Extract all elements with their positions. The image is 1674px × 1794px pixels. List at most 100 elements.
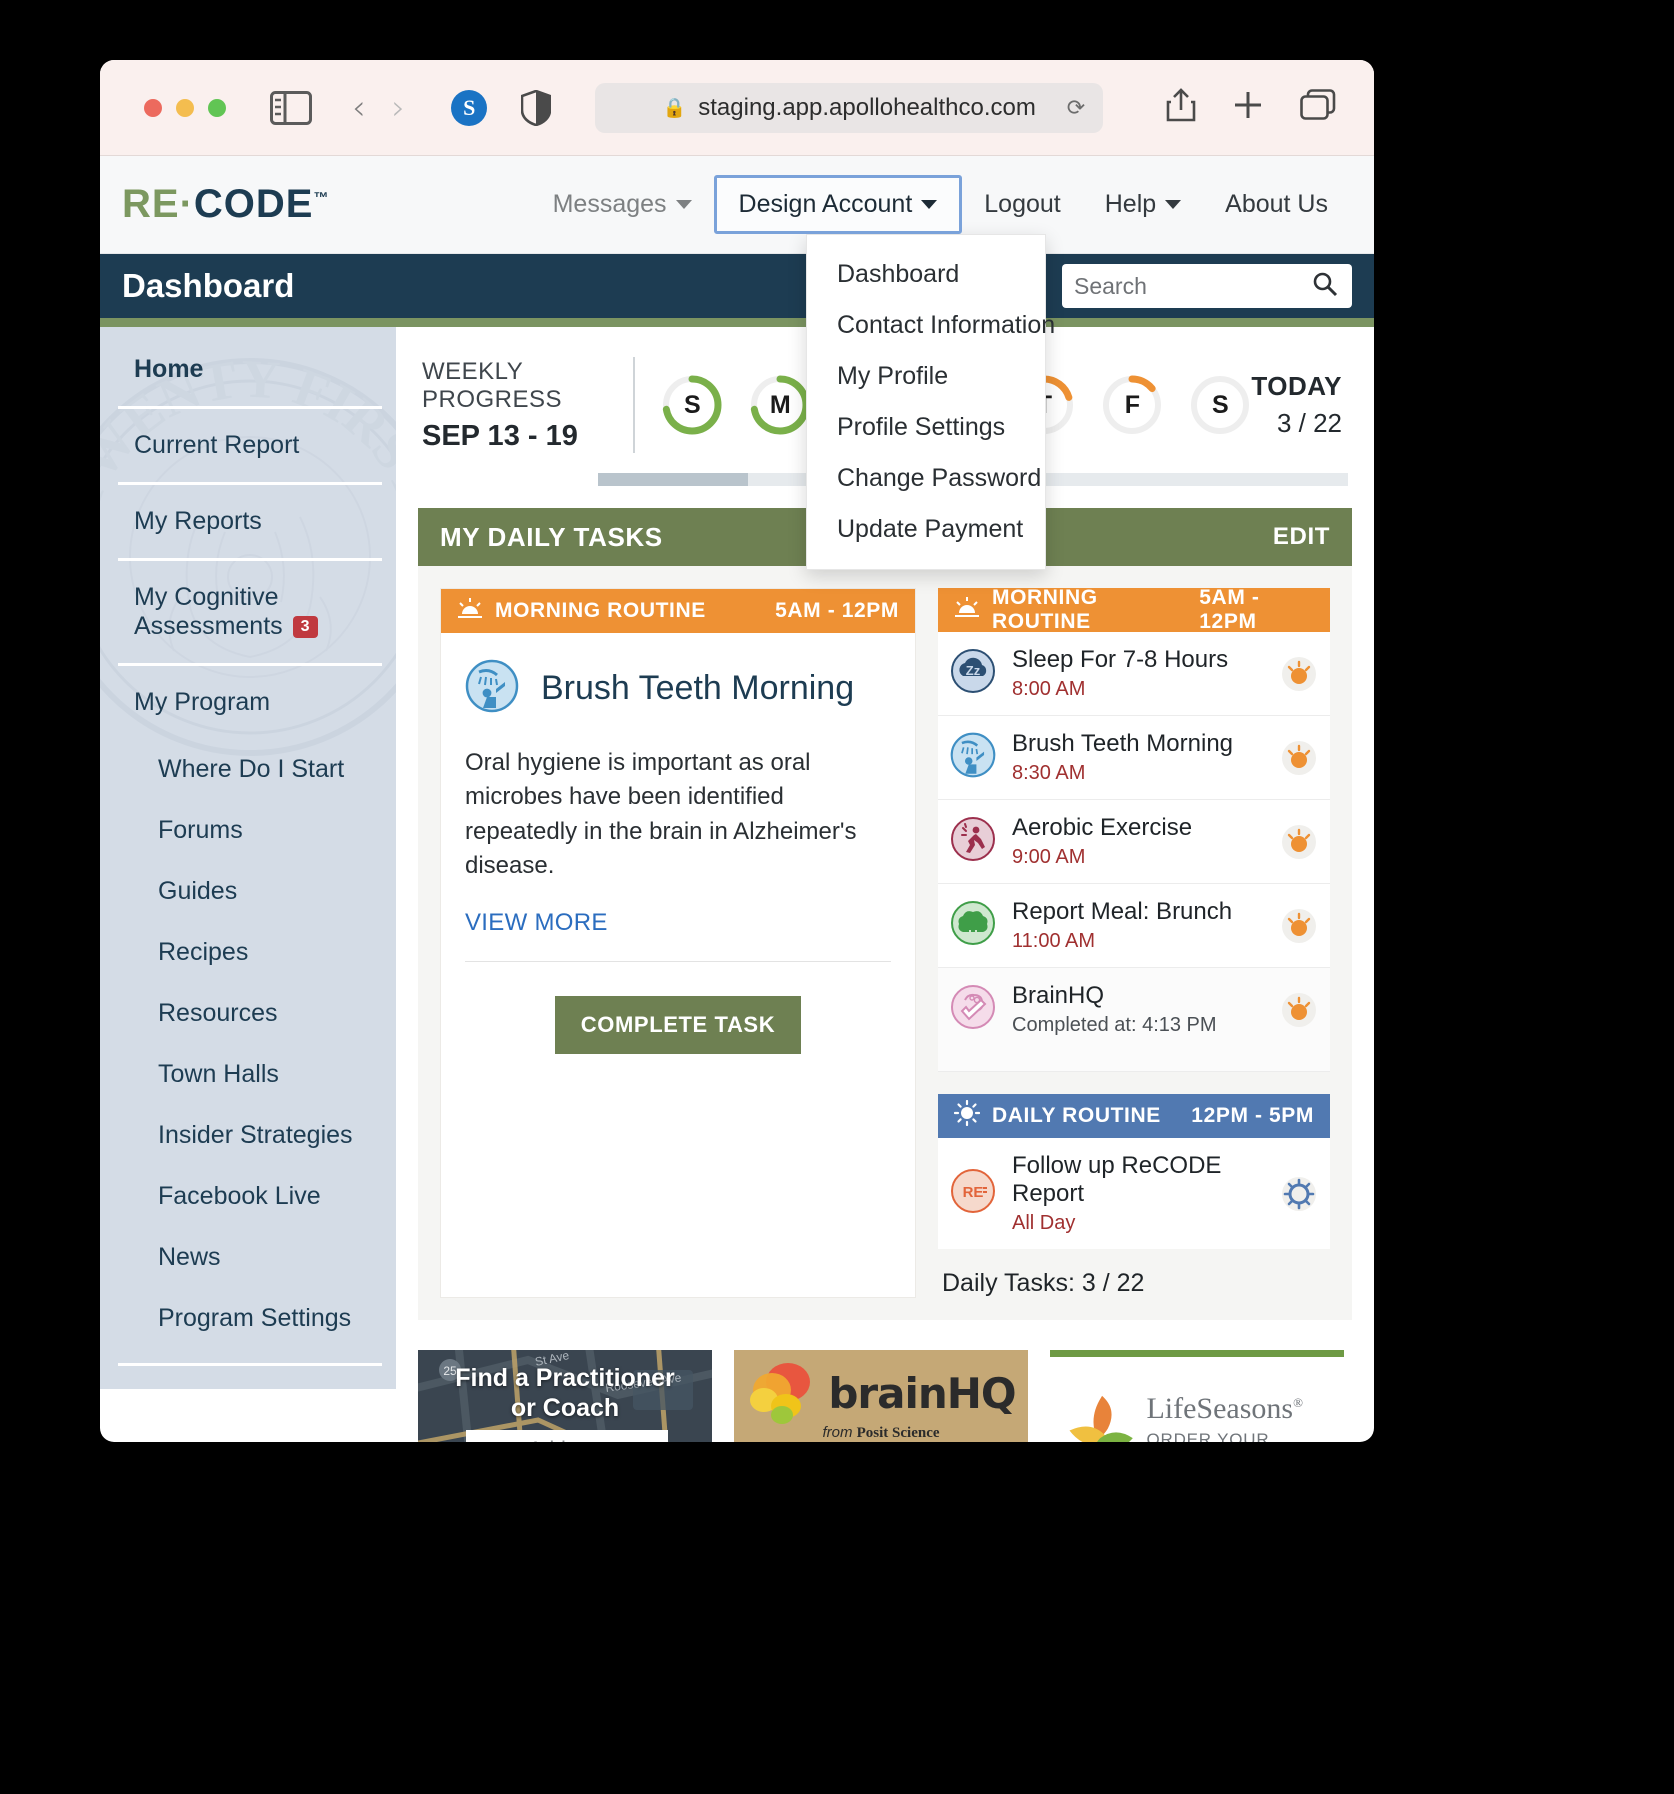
promo-title: Find a Practitioner or Coach <box>418 1364 712 1423</box>
promo-brand: LifeSeasons® <box>1146 1392 1344 1426</box>
design-account-dropdown: Dashboard Contact Information My Profile… <box>806 234 1055 570</box>
address-input[interactable]: Address <box>466 1430 668 1442</box>
dropdown-item-change-password[interactable]: Change Password <box>807 453 1045 504</box>
day-ring-sunday[interactable]: S <box>661 374 723 436</box>
task-row-texts: Aerobic Exercise 9:00 AM <box>1012 814 1264 869</box>
sidebar-item-where-do-i-start[interactable]: Where Do I Start <box>100 739 396 800</box>
maximize-window-button[interactable] <box>208 98 226 117</box>
url-text: staging.app.apollohealthco.com <box>698 93 1036 121</box>
sidebar-item-my-reports[interactable]: My Reports <box>100 485 396 558</box>
task-row-time: All Day <box>1012 1212 1076 1234</box>
edit-button[interactable]: EDIT <box>1273 523 1330 551</box>
shield-icon[interactable] <box>521 89 552 126</box>
sidebar-item-program-settings[interactable]: Program Settings <box>100 1288 396 1349</box>
day-ring-monday[interactable]: M <box>749 374 811 436</box>
sun-action-icon[interactable] <box>1280 739 1318 777</box>
sidebar-item-current-report[interactable]: Current Report <box>100 409 396 482</box>
task-list: MORNING ROUTINE 5AM - 12PM Zz Sleep For … <box>938 586 1330 1298</box>
screenshot-root: ‹ › S 🔒 staging.app.apollohealthco.com ⟳ <box>0 0 1674 1794</box>
nav-items: Messages Design Account Logout Help Abou… <box>531 175 1374 234</box>
reload-icon[interactable]: ⟳ <box>1067 95 1085 121</box>
task-row-brainhq[interactable]: BrainHQ Completed at: 4:13 PM <box>938 968 1330 1072</box>
task-row-texts: BrainHQ Completed at: 4:13 PM <box>1012 982 1264 1037</box>
section-label: MORNING ROUTINE <box>992 586 1098 633</box>
nav-label: About Us <box>1225 190 1328 218</box>
daily-tasks-body: MORNING ROUTINE 5AM - 12PM Brush Teeth M… <box>418 566 1352 1320</box>
dropdown-item-profile-settings[interactable]: Profile Settings <box>807 402 1045 453</box>
sidebar-item-insider-strategies[interactable]: Insider Strategies <box>100 1105 396 1166</box>
plus-icon[interactable] <box>1232 89 1264 126</box>
daily-tasks-count: Daily Tasks: 3 / 22 <box>942 1269 1145 1297</box>
promo-line1: ORDER YOUR RECODE <box>1146 1430 1270 1442</box>
minimize-window-button[interactable] <box>176 98 194 117</box>
complete-task-wrap: COMPLETE TASK <box>465 962 891 1055</box>
promo-brainhq[interactable]: brainHQ from Posit Science Brain Exercis… <box>734 1350 1028 1442</box>
task-row-report-meal-brunch[interactable]: Report Meal: Brunch 11:00 AM <box>938 884 1330 968</box>
gear-action-icon[interactable] <box>1280 1175 1318 1213</box>
search-input[interactable]: Search <box>1062 264 1352 308</box>
logo-dot: · <box>179 182 194 226</box>
view-more-link[interactable]: VIEW MORE <box>465 909 891 937</box>
nav-label: Help <box>1104 190 1157 218</box>
nav-item-logout[interactable]: Logout <box>962 178 1082 231</box>
sidebar-item-home[interactable]: Home <box>100 331 396 406</box>
magnifier-icon[interactable] <box>1312 271 1338 302</box>
sidebar-item-recipes[interactable]: Recipes <box>100 922 396 983</box>
sidebar-item-my-cognitive-assessments[interactable]: My Cognitive Assessments 3 <box>100 561 396 663</box>
promo-subtitle: from Posit Science <box>822 1424 939 1442</box>
back-chevron-icon[interactable]: ‹ <box>352 91 366 125</box>
detail-routine-label: MORNING ROUTINE <box>495 599 706 622</box>
green-divider <box>100 318 1374 327</box>
sidebar-item-forums[interactable]: Forums <box>100 800 396 861</box>
sidebar-item-news[interactable]: News <box>100 1227 396 1288</box>
recode-logo[interactable]: RE·CODE™ <box>122 182 329 227</box>
nav-item-messages[interactable]: Messages <box>531 178 714 231</box>
sidebar-item-facebook-live[interactable]: Facebook Live <box>100 1166 396 1227</box>
task-row-aerobic-exercise[interactable]: Aerobic Exercise 9:00 AM <box>938 800 1330 884</box>
task-row-texts: Follow up ReCODE Report All Day <box>1012 1152 1264 1235</box>
nav-item-help[interactable]: Help <box>1083 178 1203 231</box>
promo-lifeseasons[interactable]: LifeSeasons® ORDER YOUR RECODE — SUPPLEM… <box>1050 1350 1344 1442</box>
sidebar-toggle-icon[interactable] <box>270 90 312 125</box>
nav-item-about-us[interactable]: About Us <box>1203 178 1350 231</box>
sun-action-icon[interactable] <box>1280 907 1318 945</box>
dropdown-item-contact-information[interactable]: Contact Information <box>807 300 1055 351</box>
promo-find-practitioner[interactable]: 25 St Ave Roosevelt Ave Grand St Ave Fin… <box>418 1350 712 1442</box>
section-header-morning: MORNING ROUTINE 5AM - 12PM <box>938 586 1330 633</box>
sidebar-item-town-halls[interactable]: Town Halls <box>100 1044 396 1105</box>
section-time: 5AM - 12PM <box>1199 586 1260 633</box>
sidebar-item-find-a-practitioner-or-coach[interactable]: Find a Practitioner or Coach <box>100 1366 396 1389</box>
page-body: TWENTY FIRST CENTURY Home Current Report <box>100 327 1374 1442</box>
day-ring-friday[interactable]: F <box>1101 374 1163 436</box>
sun-action-icon[interactable] <box>1280 823 1318 861</box>
dropdown-item-dashboard[interactable]: Dashboard <box>807 249 1045 300</box>
task-row-brush-teeth[interactable]: Brush Teeth Morning 8:30 AM <box>938 716 1330 800</box>
task-row-follow-up-recode-report[interactable]: RE Follow up ReCODE Report All Day <box>938 1138 1330 1249</box>
dropdown-item-update-payment[interactable]: Update Payment <box>807 504 1045 555</box>
nav-item-design-account[interactable]: Design Account <box>713 175 963 234</box>
sidebar: TWENTY FIRST CENTURY Home Current Report <box>100 327 396 1389</box>
complete-task-button[interactable]: COMPLETE TASK <box>554 996 802 1055</box>
forward-chevron-icon[interactable]: › <box>392 91 406 125</box>
sun-action-icon[interactable] <box>1280 655 1318 693</box>
day-ring-saturday[interactable]: S <box>1189 374 1251 436</box>
sidebar-item-guides[interactable]: Guides <box>100 861 396 922</box>
browser-nav-arrows[interactable]: ‹ › <box>352 91 405 125</box>
task-detail-title: Brush Teeth Morning <box>541 669 855 707</box>
close-window-button[interactable] <box>144 98 162 117</box>
sidebar-item-resources[interactable]: Resources <box>100 983 396 1044</box>
weekly-progress-label: WEEKLY PROGRESS <box>422 357 563 413</box>
sun-action-icon[interactable] <box>1280 991 1318 1029</box>
dropdown-item-my-profile[interactable]: My Profile <box>807 351 1045 402</box>
share-icon[interactable] <box>1166 88 1196 127</box>
address-bar[interactable]: 🔒 staging.app.apollohealthco.com ⟳ <box>595 82 1104 133</box>
task-row-sleep[interactable]: Zz Sleep For 7-8 Hours 8:00 AM <box>938 632 1330 716</box>
day-letter: S <box>684 390 701 419</box>
today-summary: TODAY 3 / 22 <box>1251 371 1348 439</box>
tab-overview-icon[interactable] <box>1300 89 1336 126</box>
chevron-down-icon <box>675 200 692 209</box>
window-controls[interactable] <box>144 98 226 117</box>
sidebar-item-my-program[interactable]: My Program <box>100 666 396 739</box>
extension-icon[interactable]: S <box>451 89 488 126</box>
